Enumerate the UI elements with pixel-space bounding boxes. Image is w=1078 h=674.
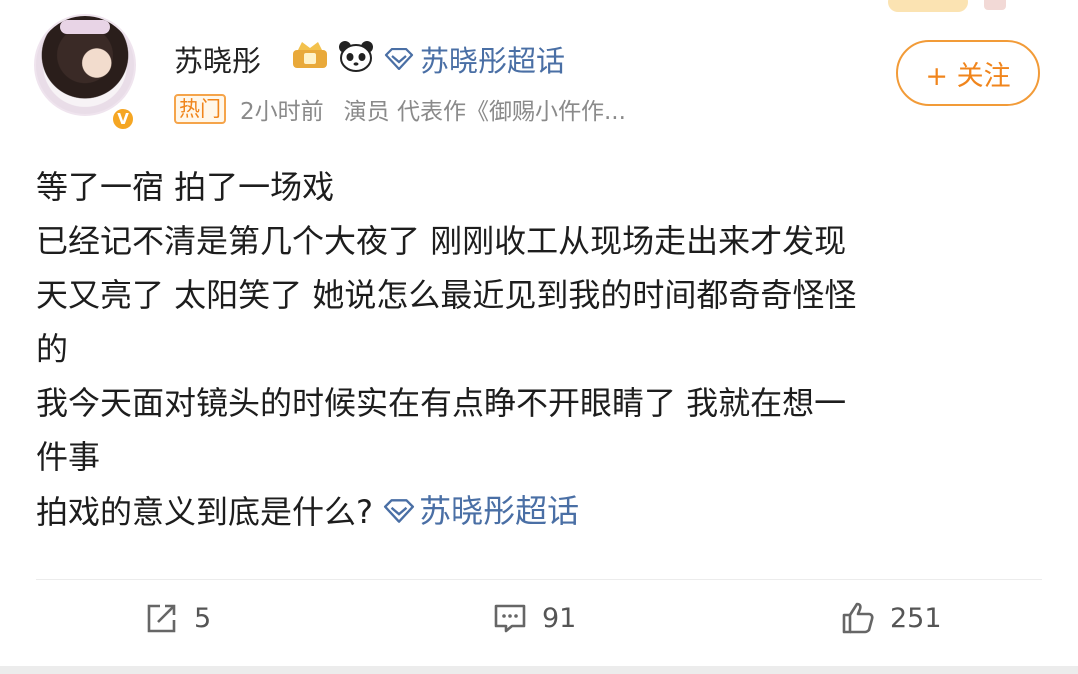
content-line: 拍戏的意义到底是什么? [36,493,373,531]
comment-icon [494,604,526,633]
inline-topic-link[interactable]: 苏晓彤超话 [383,484,579,538]
content-line: 等了一宿 拍了一场戏 [36,168,335,206]
avatar[interactable]: V [34,14,136,132]
verified-v-icon: V [110,106,136,132]
diamond-icon [384,499,415,523]
author-bio: 演员 代表作《御赐小仵作... [343,99,626,125]
content-line: 的 [36,330,69,368]
like-count: 251 [890,602,942,634]
like-button[interactable]: 251 [840,600,942,636]
comment-button[interactable]: 91 [492,600,576,636]
post-time: 2小时前 [240,99,324,125]
super-topic-label: 苏晓彤超话 [420,44,566,78]
post-content: 等了一宿 拍了一场戏 已经记不清是第几个大夜了 刚刚收工从现场走出来才发现 天又… [36,160,1046,539]
repost-count: 5 [194,602,212,634]
content-line: 已经记不清是第几个大夜了 刚刚收工从现场走出来才发现 [36,222,847,260]
top-decoration [888,0,1008,14]
crown-badge-icon[interactable] [290,40,330,70]
like-icon [842,602,874,634]
content-line: 天又亮了 太阳笑了 她说怎么最近见到我的时间都奇奇怪怪 [36,276,857,314]
content-line: 我今天面对镜头的时候实在有点睁不开眼睛了 我就在想一 [36,384,847,422]
diamond-icon [384,48,414,70]
content-line: 件事 [36,438,101,476]
divider [36,579,1042,580]
repost-icon [147,604,176,633]
comment-count: 91 [542,602,577,634]
super-topic-link[interactable]: 苏晓彤超话 [384,38,565,80]
repost-button[interactable]: 5 [144,600,211,636]
panda-icon[interactable] [338,40,374,72]
follow-button[interactable]: + 关注 [896,40,1040,106]
inline-topic-label: 苏晓彤超话 [419,492,580,530]
post-meta: 热门 2小时前 演员 代表作《御赐小仵作... [174,92,626,126]
bottom-separator [0,666,1078,674]
hot-badge: 热门 [174,94,226,124]
author-name[interactable]: 苏晓彤 [174,38,261,80]
content-line-last: 拍戏的意义到底是什么? 苏晓彤超话 [36,484,1046,539]
